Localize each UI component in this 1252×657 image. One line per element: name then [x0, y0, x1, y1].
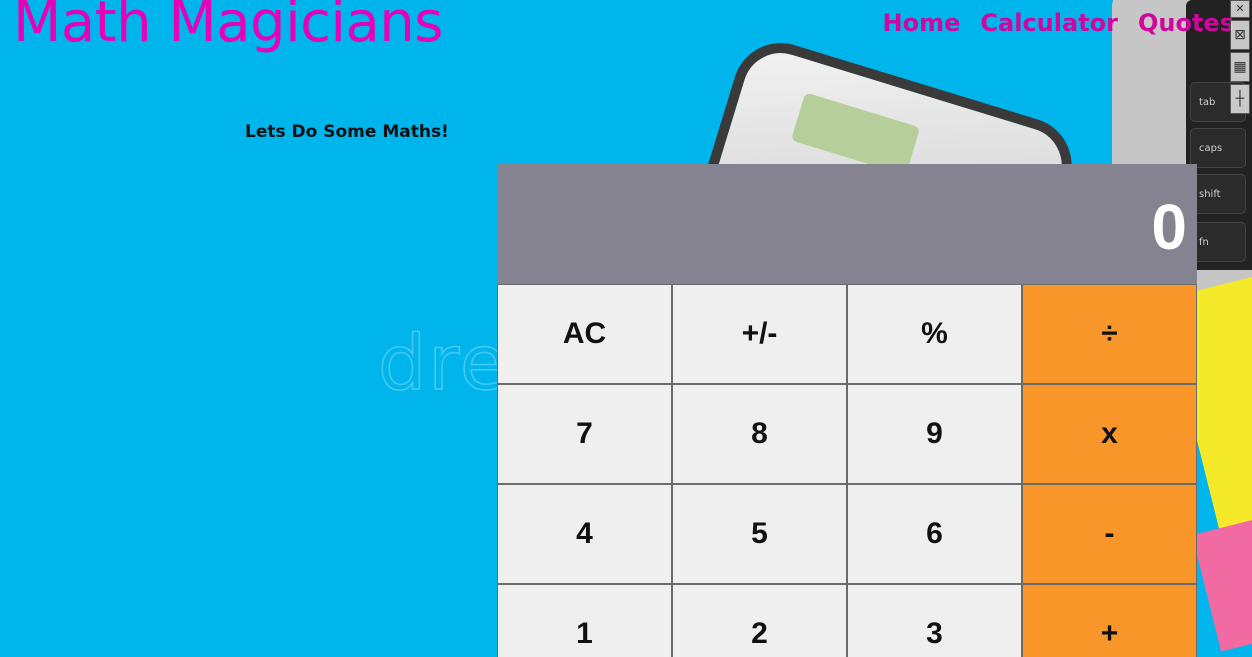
digit-6-button[interactable]: 6 — [847, 484, 1022, 584]
nav-link-home[interactable]: Home — [883, 9, 961, 37]
overlay-toolbar: ✕ ⊠ ▦ ┼ — [1230, 0, 1252, 116]
digit-5-button[interactable]: 5 — [672, 484, 847, 584]
digit-7-button[interactable]: 7 — [497, 384, 672, 484]
percent-button[interactable]: % — [847, 284, 1022, 384]
calculator-keypad: AC +/- % ÷ 7 8 9 x 4 5 6 - 1 2 3 + — [497, 284, 1197, 657]
crop-icon[interactable]: ⊠ — [1230, 20, 1250, 50]
background-key-shift: shift — [1190, 174, 1246, 214]
digit-3-button[interactable]: 3 — [847, 584, 1022, 657]
divide-button[interactable]: ÷ — [1022, 284, 1197, 384]
grid-icon[interactable]: ▦ — [1230, 52, 1250, 82]
crosshair-icon[interactable]: ┼ — [1230, 84, 1250, 114]
page-heading: Lets Do Some Maths! — [245, 122, 449, 142]
digit-8-button[interactable]: 8 — [672, 384, 847, 484]
multiply-button[interactable]: x — [1022, 384, 1197, 484]
main-nav: Home Calculator Quotes — [883, 9, 1234, 37]
digit-4-button[interactable]: 4 — [497, 484, 672, 584]
background-key-caps-lock: caps lock — [1190, 128, 1246, 194]
site-logo[interactable]: Math Magicians — [13, 0, 443, 55]
digit-9-button[interactable]: 9 — [847, 384, 1022, 484]
close-icon[interactable]: ✕ — [1230, 0, 1250, 18]
subtract-button[interactable]: - — [1022, 484, 1197, 584]
background-calculator-screen — [790, 92, 921, 176]
add-button[interactable]: + — [1022, 584, 1197, 657]
digit-1-button[interactable]: 1 — [497, 584, 672, 657]
sign-toggle-button[interactable]: +/- — [672, 284, 847, 384]
calculator-display: 0 — [497, 164, 1197, 284]
background-key-fn: fn — [1190, 222, 1246, 262]
calculator: 0 AC +/- % ÷ 7 8 9 x 4 5 6 - 1 2 3 + — [497, 164, 1197, 657]
background-watermark: dre — [377, 317, 509, 408]
clear-button[interactable]: AC — [497, 284, 672, 384]
digit-2-button[interactable]: 2 — [672, 584, 847, 657]
nav-link-quotes[interactable]: Quotes — [1138, 9, 1234, 37]
background-sticky-note-pink — [1192, 508, 1252, 652]
nav-link-calculator[interactable]: Calculator — [980, 9, 1118, 37]
